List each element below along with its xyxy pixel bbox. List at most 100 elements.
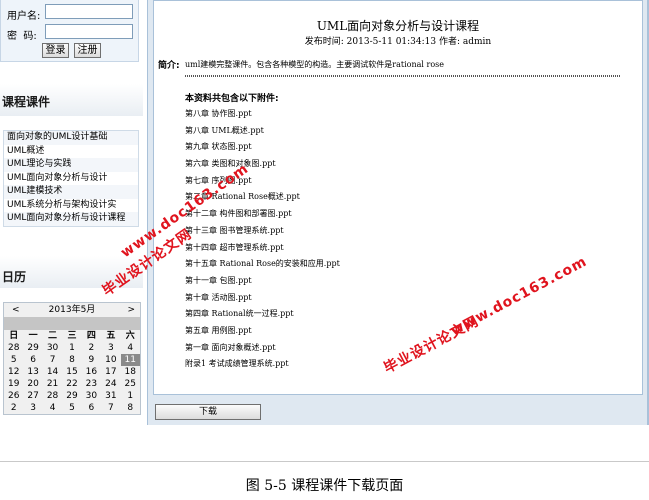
attachment-link[interactable]: 第十三章 图书管理系统.ppt [185,225,340,242]
calendar-day[interactable]: 2 [4,402,23,414]
calendar-days: 28 29 30 1 2 3 4 5 6 7 8 9 10 11 12 13 14 15 16 17 18 19 20 21 2… [4,342,140,414]
course-item[interactable]: 面向对象的UML设计基础 [4,131,138,145]
course-item[interactable]: UML建模技术 [4,185,138,199]
calendar-day[interactable]: 3 [101,342,120,354]
document-title: UML面向对象分析与设计课程 [316,19,480,33]
calendar-day[interactable]: 3 [23,402,42,414]
calendar-day[interactable]: 10 [101,354,120,366]
calendar-day[interactable]: 4 [43,402,62,414]
calendar-day[interactable]: 28 [43,390,62,402]
calendar-day[interactable]: 11 [120,354,140,366]
calendar-day[interactable]: 1 [121,390,140,402]
calendar-day[interactable]: 5 [62,402,81,414]
calendar-day[interactable]: 28 [4,342,23,354]
calendar-day[interactable]: 8 [62,354,81,366]
calendar-section-title: 日历 [2,270,27,284]
calendar-day[interactable]: 29 [62,390,81,402]
calendar-day[interactable]: 20 [23,378,42,390]
course-item[interactable]: UML理论与实践 [4,158,138,172]
calendar-day[interactable]: 12 [4,366,23,378]
calendar-weekday: 一 [28,331,38,341]
attachment-link[interactable]: 第八章 UML概述.ppt [185,125,340,142]
attachment-link[interactable]: 第十章 活动图.ppt [185,292,340,309]
calendar-day[interactable]: 8 [121,402,140,414]
intro-label: 简介: [158,61,180,71]
calendar-day[interactable]: 7 [43,354,62,366]
login-button[interactable]: 登录 [42,43,69,58]
attachment-list: 第八章 协作图.ppt 第八章 UML概述.ppt 第九章 状态图.ppt 第六章 类… [185,108,340,375]
calendar-day[interactable]: 26 [4,390,23,402]
calendar-day[interactable]: 16 [82,366,101,378]
figure-caption: 图 5-5 课程课件下载页面 [245,478,404,494]
calendar-day[interactable]: 19 [4,378,23,390]
calendar-grid: 日一二三四五六 28 29 30 1 2 3 4 5 6 7 8 9 10 11 12 13 14 15 16 17 1… [4,330,140,414]
course-section-title: 课程课件 [2,95,51,109]
attachment-link[interactable]: 附录1 考试成绩管理系统.ppt [185,358,340,375]
username-label: 用户名: [7,11,41,22]
attachment-link[interactable]: 第一章 面向对象概述.ppt [185,342,340,359]
calendar-weekday: 二 [48,331,58,341]
content-panel: UML面向对象分析与设计课程 发布时间: 2013-5-11 01:34:13 … [153,0,643,395]
calendar-day[interactable]: 13 [23,366,42,378]
calendar-day[interactable]: 14 [43,366,62,378]
calendar-week-row: 12 13 14 15 16 17 18 [4,366,140,378]
calendar-week-row: 28 29 30 1 2 3 4 [4,342,140,354]
calendar-day[interactable]: 24 [101,378,120,390]
course-item[interactable]: UML概述 [4,145,138,159]
attachment-link[interactable]: 第五章 用例图.ppt [185,325,340,342]
calendar-day[interactable]: 21 [43,378,62,390]
intro-text: uml建模完整课件。包含各种模型的构造。主要调试软件是rational rose [185,60,444,69]
calendar-day[interactable]: 30 [82,390,101,402]
calendar-day[interactable]: 6 [23,354,42,366]
calendar-weekday: 五 [106,331,116,341]
attachment-link[interactable]: 第十四章 超市管理系统.ppt [185,242,340,259]
attachment-link[interactable]: 第四章 Rational统一过程.ppt [185,308,340,325]
calendar-day[interactable]: 30 [43,342,62,354]
attachment-link[interactable]: 第九章 状态图.ppt [185,141,340,158]
calendar-next-button[interactable]: > [127,303,135,317]
calendar-weekday: 六 [125,331,135,341]
calendar-day[interactable]: 6 [82,402,101,414]
calendar-weekday-row: 日一二三四五六 [4,330,140,342]
course-item[interactable]: UML面向对象分析与设计课程 [4,212,138,226]
calendar-week-row: 26 27 28 29 30 31 1 [4,390,140,402]
calendar-day[interactable]: 9 [82,354,101,366]
attachment-link[interactable]: 第八章 协作图.ppt [185,108,340,125]
attachment-link[interactable]: 第六章 类图和对象图.ppt [185,158,340,175]
calendar-day[interactable]: 7 [101,402,120,414]
attachments-heading: 本资料共包含以下附件: [185,94,279,104]
calendar-week-row: 19 20 21 22 23 24 25 [4,378,140,390]
calendar-day[interactable]: 23 [82,378,101,390]
calendar-week-row: 5 6 7 8 9 10 11 [4,354,140,366]
calendar-weekday: 日 [9,331,19,341]
calendar-widget: < 2013年5月 > 日一二三四五六 28 29 30 1 2 3 4 5 6 7 8 9 10 11 1… [3,302,141,415]
attachment-link[interactable]: 第十一章 包图.ppt [185,275,340,292]
download-button[interactable]: 下载 [155,404,261,420]
calendar-day[interactable]: 1 [62,342,81,354]
login-panel: 用户名: 密 码: 登录 注册 [0,0,139,62]
calendar-month-label: 2013年5月 [48,305,96,315]
calendar-day[interactable]: 2 [82,342,101,354]
calendar-day[interactable]: 17 [101,366,120,378]
attachment-link[interactable]: 第十二章 构件图和部署图.ppt [185,208,340,225]
calendar-day[interactable]: 29 [23,342,42,354]
page-divider [0,461,649,462]
calendar-day[interactable]: 5 [4,354,23,366]
calendar-day[interactable]: 22 [62,378,81,390]
calendar-day[interactable]: 27 [23,390,42,402]
calendar-day[interactable]: 4 [121,342,140,354]
course-item[interactable]: UML面向对象分析与设计 [4,172,138,186]
calendar-week-row: 2345678 [4,402,140,414]
password-input[interactable] [45,24,133,39]
calendar-day[interactable]: 31 [101,390,120,402]
calendar-prev-button[interactable]: < [12,303,20,317]
attachment-link[interactable]: 第十五章 Rational Rose的安装和应用.ppt [185,258,340,275]
username-input[interactable] [45,4,133,19]
calendar-day[interactable]: 25 [121,378,140,390]
register-button[interactable]: 注册 [74,43,101,58]
calendar-divider [4,317,140,330]
calendar-day[interactable]: 15 [62,366,81,378]
document-meta: 发布时间: 2013-5-11 01:34:13 作者: admin [304,37,492,47]
calendar-day[interactable]: 18 [121,366,140,378]
course-item[interactable]: UML系统分析与架构设计实 [4,199,138,213]
